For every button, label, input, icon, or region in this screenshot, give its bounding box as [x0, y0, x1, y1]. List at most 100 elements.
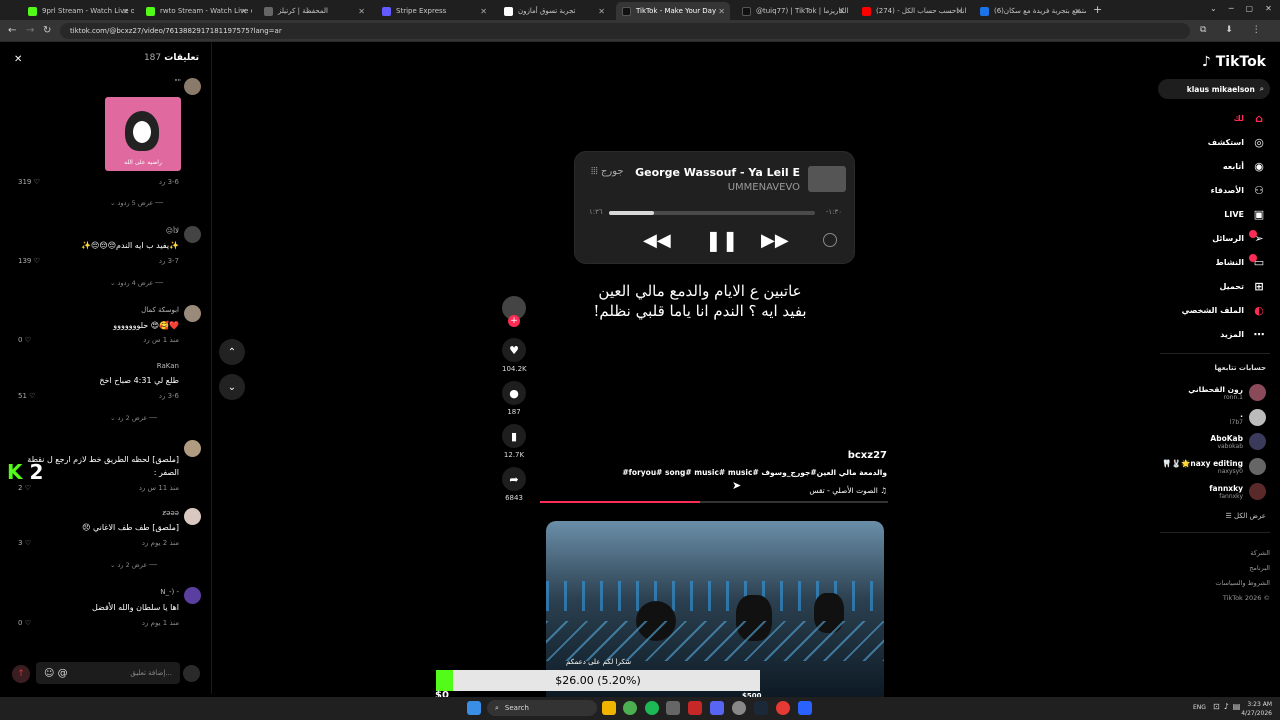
video-author[interactable]: bcxz27 [848, 450, 887, 461]
video-progress-track[interactable] [540, 501, 888, 503]
view-replies-link[interactable]: ⌄ عرض 5 ردود ── [110, 199, 163, 207]
avatar[interactable] [184, 440, 201, 457]
avatar[interactable] [184, 508, 201, 525]
emoji-mention-icon[interactable]: ☺ @ [44, 668, 68, 679]
back-icon[interactable]: ← [8, 25, 16, 36]
avatar[interactable] [184, 226, 201, 243]
save-button[interactable]: ▮ 12.7K [502, 424, 526, 459]
tab-tiktok-active[interactable]: TikTok - Make Your Day ✕ [616, 2, 730, 20]
steam-icon[interactable] [754, 701, 768, 715]
view-replies-link[interactable]: ⌄ عرض 4 ردود ── [110, 279, 163, 287]
tab-youtube[interactable]: انا احسب حساب الكل - (274) be✕ [856, 2, 968, 20]
avatar[interactable] [184, 587, 201, 604]
search-icon[interactable]: ⌕ [1260, 84, 1264, 94]
following-account[interactable]: . l7b7 [1230, 409, 1266, 426]
following-account[interactable]: AboKab vabokab [1210, 433, 1266, 450]
comment-likes[interactable]: 2 ♡ [18, 484, 31, 492]
windows-start-icon[interactable] [467, 701, 481, 715]
close-icon[interactable]: ✕ [14, 54, 22, 65]
browser-tab-bar: 9prl Stream - Watch Live on Ki✕ rwto Str… [0, 0, 1280, 20]
post-comment-button[interactable]: ↑ [12, 665, 30, 683]
airplay-icon[interactable] [823, 233, 837, 247]
like-button[interactable]: ♥ 104.2K [502, 338, 527, 373]
comment-icon: ● [502, 381, 526, 405]
forward-icon[interactable]: → [26, 25, 34, 36]
comment-likes[interactable]: 0 ♡ [18, 336, 31, 344]
footer-terms[interactable]: الشروط والسياسات [1215, 576, 1270, 591]
extensions-icons[interactable]: ⧉ ⬇ ⋮ [1200, 25, 1269, 35]
reload-icon[interactable]: ↻ [43, 25, 51, 36]
nav-explore[interactable]: ◎ استكشف [1208, 135, 1266, 149]
chrome-icon[interactable] [623, 701, 637, 715]
upload-icon: ⊞ [1254, 279, 1264, 293]
rewind-icon[interactable]: ◀◀ [643, 230, 671, 251]
comment-likes[interactable]: 51 ♡ [18, 392, 35, 400]
view-replies-link[interactable]: ⌄ عرض 2 رد ── [110, 561, 157, 569]
tab-stripe[interactable]: Stripe Express ✕ [376, 2, 492, 20]
nav-live[interactable]: ▣ LIVE [1224, 207, 1266, 221]
avatar[interactable] [184, 305, 201, 322]
sticker-caption: راضيه على الله [124, 159, 162, 166]
address-bar-row: ← → ↻ tiktok.com/@bcxz27/video/761388291… [0, 20, 1280, 42]
comment-meta: منذ 1 يوم رد [141, 619, 179, 627]
tab-kick-1[interactable]: 9prl Stream - Watch Live on Ki✕ [22, 2, 134, 20]
nav-more[interactable]: ⋯ المزيد [1220, 327, 1266, 341]
adobe-icon[interactable] [688, 701, 702, 715]
fast-forward-icon[interactable]: ▶▶ [761, 230, 789, 251]
comment-likes[interactable]: 3 ♡ [18, 539, 31, 547]
comment-likes[interactable]: 319 ♡ [18, 178, 40, 186]
tab-tiktok-2[interactable]: @tuiq77) | TikTok | ملك الكاريزما✕ [736, 2, 850, 20]
window-controls[interactable]: ⌄─▢✕ [1210, 4, 1280, 13]
search-input[interactable]: klaus mikaelson ⌕ [1158, 79, 1270, 99]
tab-wallet[interactable]: المحفظة | كرتيلز ✕ [258, 2, 370, 20]
mouse-cursor: ➤ [732, 479, 742, 492]
tab-amazon[interactable]: تجربة تسوق أمازون ✕ [498, 2, 610, 20]
comment-likes[interactable]: 0 ♡ [18, 619, 31, 627]
app-icon[interactable] [776, 701, 790, 715]
footer-program[interactable]: البرنامج [1215, 561, 1270, 576]
song-progress-track[interactable] [609, 211, 815, 215]
messages-badge [1249, 230, 1257, 238]
video-sound[interactable]: ♫ الصوت الأصلي - تقس [809, 486, 887, 495]
avatar [1249, 384, 1266, 401]
see-all-link[interactable]: عرض الكل ☰ [1226, 512, 1267, 520]
comment-button[interactable]: ● 187 [502, 381, 526, 416]
new-tab-button[interactable]: + [1093, 3, 1102, 16]
tab-other[interactable]: (6)استمتع بتجربة فريدة مع سكان ✕ [974, 2, 1086, 20]
discord-icon[interactable] [710, 701, 724, 715]
chevron-down-icon[interactable]: ⌄ [219, 374, 245, 400]
nav-friends[interactable]: ⚇ الأصدقاء [1211, 183, 1266, 197]
nav-messages[interactable]: ➢ الرسائل [1212, 231, 1266, 245]
tab-kick-2[interactable]: rwto Stream - Watch Live on Ki✕ [140, 2, 252, 20]
pause-icon[interactable]: ❚❚ [705, 228, 739, 252]
chevron-up-icon[interactable]: ⌃ [219, 339, 245, 365]
view-replies-link[interactable]: ⌄ عرض 2 رد ── [110, 414, 157, 422]
tiktok-logo[interactable]: ♪ TikTok [1202, 54, 1266, 70]
url-input[interactable]: tiktok.com/@bcxz27/video/761388291718119… [60, 23, 1190, 39]
nav-profile[interactable]: ◐ الملف الشخصي [1182, 303, 1266, 317]
app-icon[interactable] [666, 701, 680, 715]
follow-plus-icon[interactable]: + [508, 315, 520, 327]
clock[interactable]: 3:23 AM 4/27/2026 [1238, 700, 1272, 718]
language-indicator[interactable]: ENG [1193, 704, 1206, 711]
nav-upload[interactable]: ⊞ تحميل [1219, 279, 1266, 293]
following-account[interactable]: رون القحطاني ronn.1 [1188, 384, 1266, 401]
footer-company[interactable]: الشركة [1215, 546, 1270, 561]
comment-input[interactable]: ☺ @ إضافة تعليق... [36, 662, 180, 684]
following-account[interactable]: naxy editing🌟🐰🦷 naxysy0 [1162, 458, 1266, 475]
settings-icon[interactable] [732, 701, 746, 715]
comment-likes[interactable]: 139 ♡ [18, 257, 40, 265]
file-explorer-icon[interactable] [602, 701, 616, 715]
nav-following[interactable]: ◉ أتابعه [1223, 159, 1266, 173]
share-button[interactable]: ➦ 6843 [502, 467, 526, 502]
nav-for-you[interactable]: ⌂ لك [1234, 111, 1266, 125]
comment-sticker-image: راضيه على الله [105, 97, 181, 171]
avatar[interactable] [184, 78, 201, 95]
vpn-icon[interactable] [798, 701, 812, 715]
lyrics: عاتبين ع الايام والدمع مالي العين بفيد ا… [560, 281, 840, 321]
heart-icon: ♥ [502, 338, 526, 362]
taskbar-search[interactable]: ⌕ Search [487, 700, 597, 716]
nav-activity[interactable]: ▭ النشاط [1216, 255, 1266, 269]
following-account[interactable]: fannxky fannxky [1209, 483, 1266, 500]
spotify-icon[interactable] [645, 701, 659, 715]
